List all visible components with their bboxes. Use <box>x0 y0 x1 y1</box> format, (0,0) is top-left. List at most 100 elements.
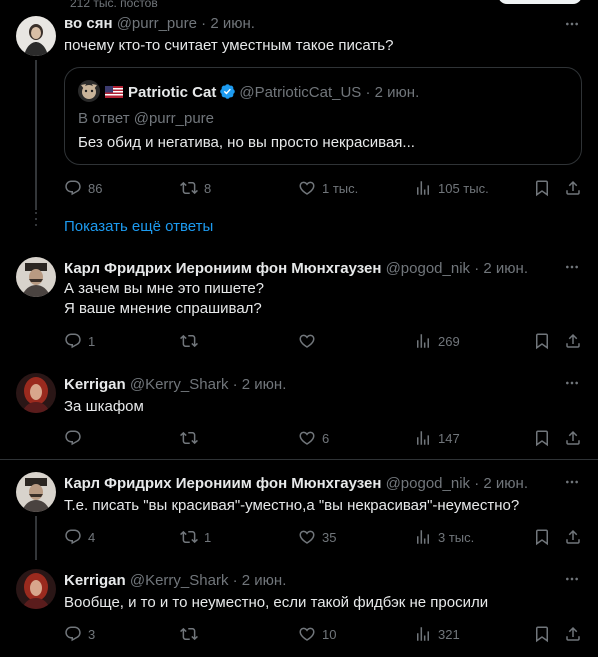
author-name[interactable]: Kerrigan <box>64 572 126 589</box>
views-button[interactable]: 105 тыс. <box>414 178 489 198</box>
author-name[interactable]: Kerrigan <box>64 376 126 393</box>
quote-author-handle: @PatrioticCat_US <box>239 84 362 101</box>
author-name[interactable]: Карл Фридрих Иерониим фон Мюнхгаузен <box>64 475 381 492</box>
post[interactable]: Kerrigan @Kerry_Shark · 2 июн. За шкафом… <box>0 361 598 458</box>
thread-line <box>35 516 37 560</box>
more-icon[interactable] <box>564 16 580 32</box>
post-date[interactable]: 2 июн. <box>242 376 287 393</box>
reply-icon <box>64 528 82 546</box>
author-handle[interactable]: @Kerry_Shark <box>130 376 229 393</box>
share-icon <box>564 179 582 197</box>
post-text: За шкафом <box>64 398 144 415</box>
post-text: почему кто-то считает уместным такое пис… <box>64 37 394 54</box>
like-icon <box>298 332 316 350</box>
thread-line <box>35 60 37 210</box>
share-button[interactable] <box>564 624 582 644</box>
like-button[interactable]: 10 <box>298 624 336 644</box>
show-more-replies-link[interactable]: Показать ещё ответы <box>64 218 213 235</box>
reply-icon <box>64 179 82 197</box>
bookmark-button[interactable] <box>533 428 551 448</box>
avatar[interactable] <box>16 569 56 609</box>
repost-button[interactable]: 1 <box>180 527 211 547</box>
share-button[interactable] <box>564 527 582 547</box>
like-icon <box>298 625 316 643</box>
views-button[interactable]: 269 <box>414 331 460 351</box>
bookmark-button[interactable] <box>533 527 551 547</box>
repost-button[interactable] <box>180 624 204 644</box>
post-text: Я ваше мнение спрашивал? <box>64 300 262 317</box>
post-date[interactable]: 2 июн. <box>210 15 255 32</box>
post-date[interactable]: 2 июн. <box>483 475 528 492</box>
author-name[interactable]: Карл Фридрих Иерониим фон Мюнхгаузен <box>64 260 381 277</box>
repost-icon <box>180 332 198 350</box>
reply-icon <box>64 332 82 350</box>
like-button[interactable]: 6 <box>298 428 329 448</box>
bookmark-button[interactable] <box>533 624 551 644</box>
repost-icon <box>180 625 198 643</box>
share-button[interactable] <box>564 428 582 448</box>
more-icon[interactable] <box>564 375 580 391</box>
post[interactable]: Карл Фридрих Иерониим фон Мюнхгаузен @po… <box>0 245 598 361</box>
bookmark-icon <box>533 332 551 350</box>
quoted-post[interactable]: Patriotic Cat @PatrioticCat_US · 2 июн. В… <box>64 67 582 165</box>
author-handle[interactable]: @pogod_nik <box>386 260 470 277</box>
reply-button[interactable]: 86 <box>64 178 102 198</box>
bookmark-button[interactable] <box>533 331 551 351</box>
share-button[interactable] <box>564 178 582 198</box>
more-icon[interactable] <box>564 571 580 587</box>
share-icon <box>564 528 582 546</box>
avatar[interactable] <box>16 257 56 297</box>
quote-author-name: Patriotic Cat <box>128 84 217 101</box>
post-text: Вообще, и то и то неуместно, если такой … <box>64 594 489 611</box>
verified-badge-icon <box>220 84 236 99</box>
post-date[interactable]: 2 июн. <box>483 260 528 277</box>
repost-button[interactable] <box>180 331 204 351</box>
repost-icon <box>180 179 198 197</box>
like-button[interactable]: 1 тыс. <box>298 178 358 198</box>
bookmark-icon <box>533 429 551 447</box>
like-button[interactable] <box>298 331 322 351</box>
reply-icon <box>64 625 82 643</box>
share-icon <box>564 332 582 350</box>
more-icon[interactable] <box>564 259 580 275</box>
post[interactable]: Kerrigan @Kerry_Shark · 2 июн. Вообще, и… <box>0 557 598 657</box>
share-icon <box>564 429 582 447</box>
views-icon <box>414 528 432 546</box>
share-button[interactable] <box>564 331 582 351</box>
post[interactable]: Карл Фридрих Иерониим фон Мюнхгаузен @po… <box>0 460 598 560</box>
avatar[interactable] <box>16 16 56 56</box>
bookmark-button[interactable] <box>533 178 551 198</box>
repost-button[interactable]: 8 <box>180 178 211 198</box>
post[interactable]: во сян @purr_pure · 2 июн. почему кто-то… <box>0 0 598 210</box>
views-icon <box>414 332 432 350</box>
author-handle[interactable]: @Kerry_Shark <box>130 572 229 589</box>
reply-button[interactable] <box>64 428 88 448</box>
reply-button[interactable]: 1 <box>64 331 95 351</box>
like-icon <box>298 429 316 447</box>
repost-button[interactable] <box>180 428 204 448</box>
author-name[interactable]: во сян <box>64 15 113 32</box>
more-icon[interactable] <box>564 474 580 490</box>
quote-text: Без обид и негатива, но вы просто некрас… <box>78 134 415 151</box>
repost-icon <box>180 528 198 546</box>
author-handle[interactable]: @purr_pure <box>117 15 197 32</box>
post-date[interactable]: 2 июн. <box>242 572 287 589</box>
avatar[interactable] <box>16 373 56 413</box>
post-text: А зачем вы мне это пишете? <box>64 280 265 297</box>
thread-dots <box>35 212 37 230</box>
views-button[interactable]: 3 тыс. <box>414 527 474 547</box>
post-text: Т.е. писать "вы красивая"-уместно,а "вы … <box>64 497 520 514</box>
quote-date: 2 июн. <box>374 84 420 101</box>
author-handle[interactable]: @pogod_nik <box>386 475 470 492</box>
views-icon <box>414 429 432 447</box>
like-icon <box>298 528 316 546</box>
like-button[interactable]: 35 <box>298 527 336 547</box>
avatar[interactable] <box>16 472 56 512</box>
repost-icon <box>180 429 198 447</box>
reply-button[interactable]: 3 <box>64 624 95 644</box>
reply-icon <box>64 429 82 447</box>
us-flag-icon <box>105 86 123 98</box>
views-button[interactable]: 147 <box>414 428 460 448</box>
views-button[interactable]: 321 <box>414 624 460 644</box>
reply-button[interactable]: 4 <box>64 527 95 547</box>
